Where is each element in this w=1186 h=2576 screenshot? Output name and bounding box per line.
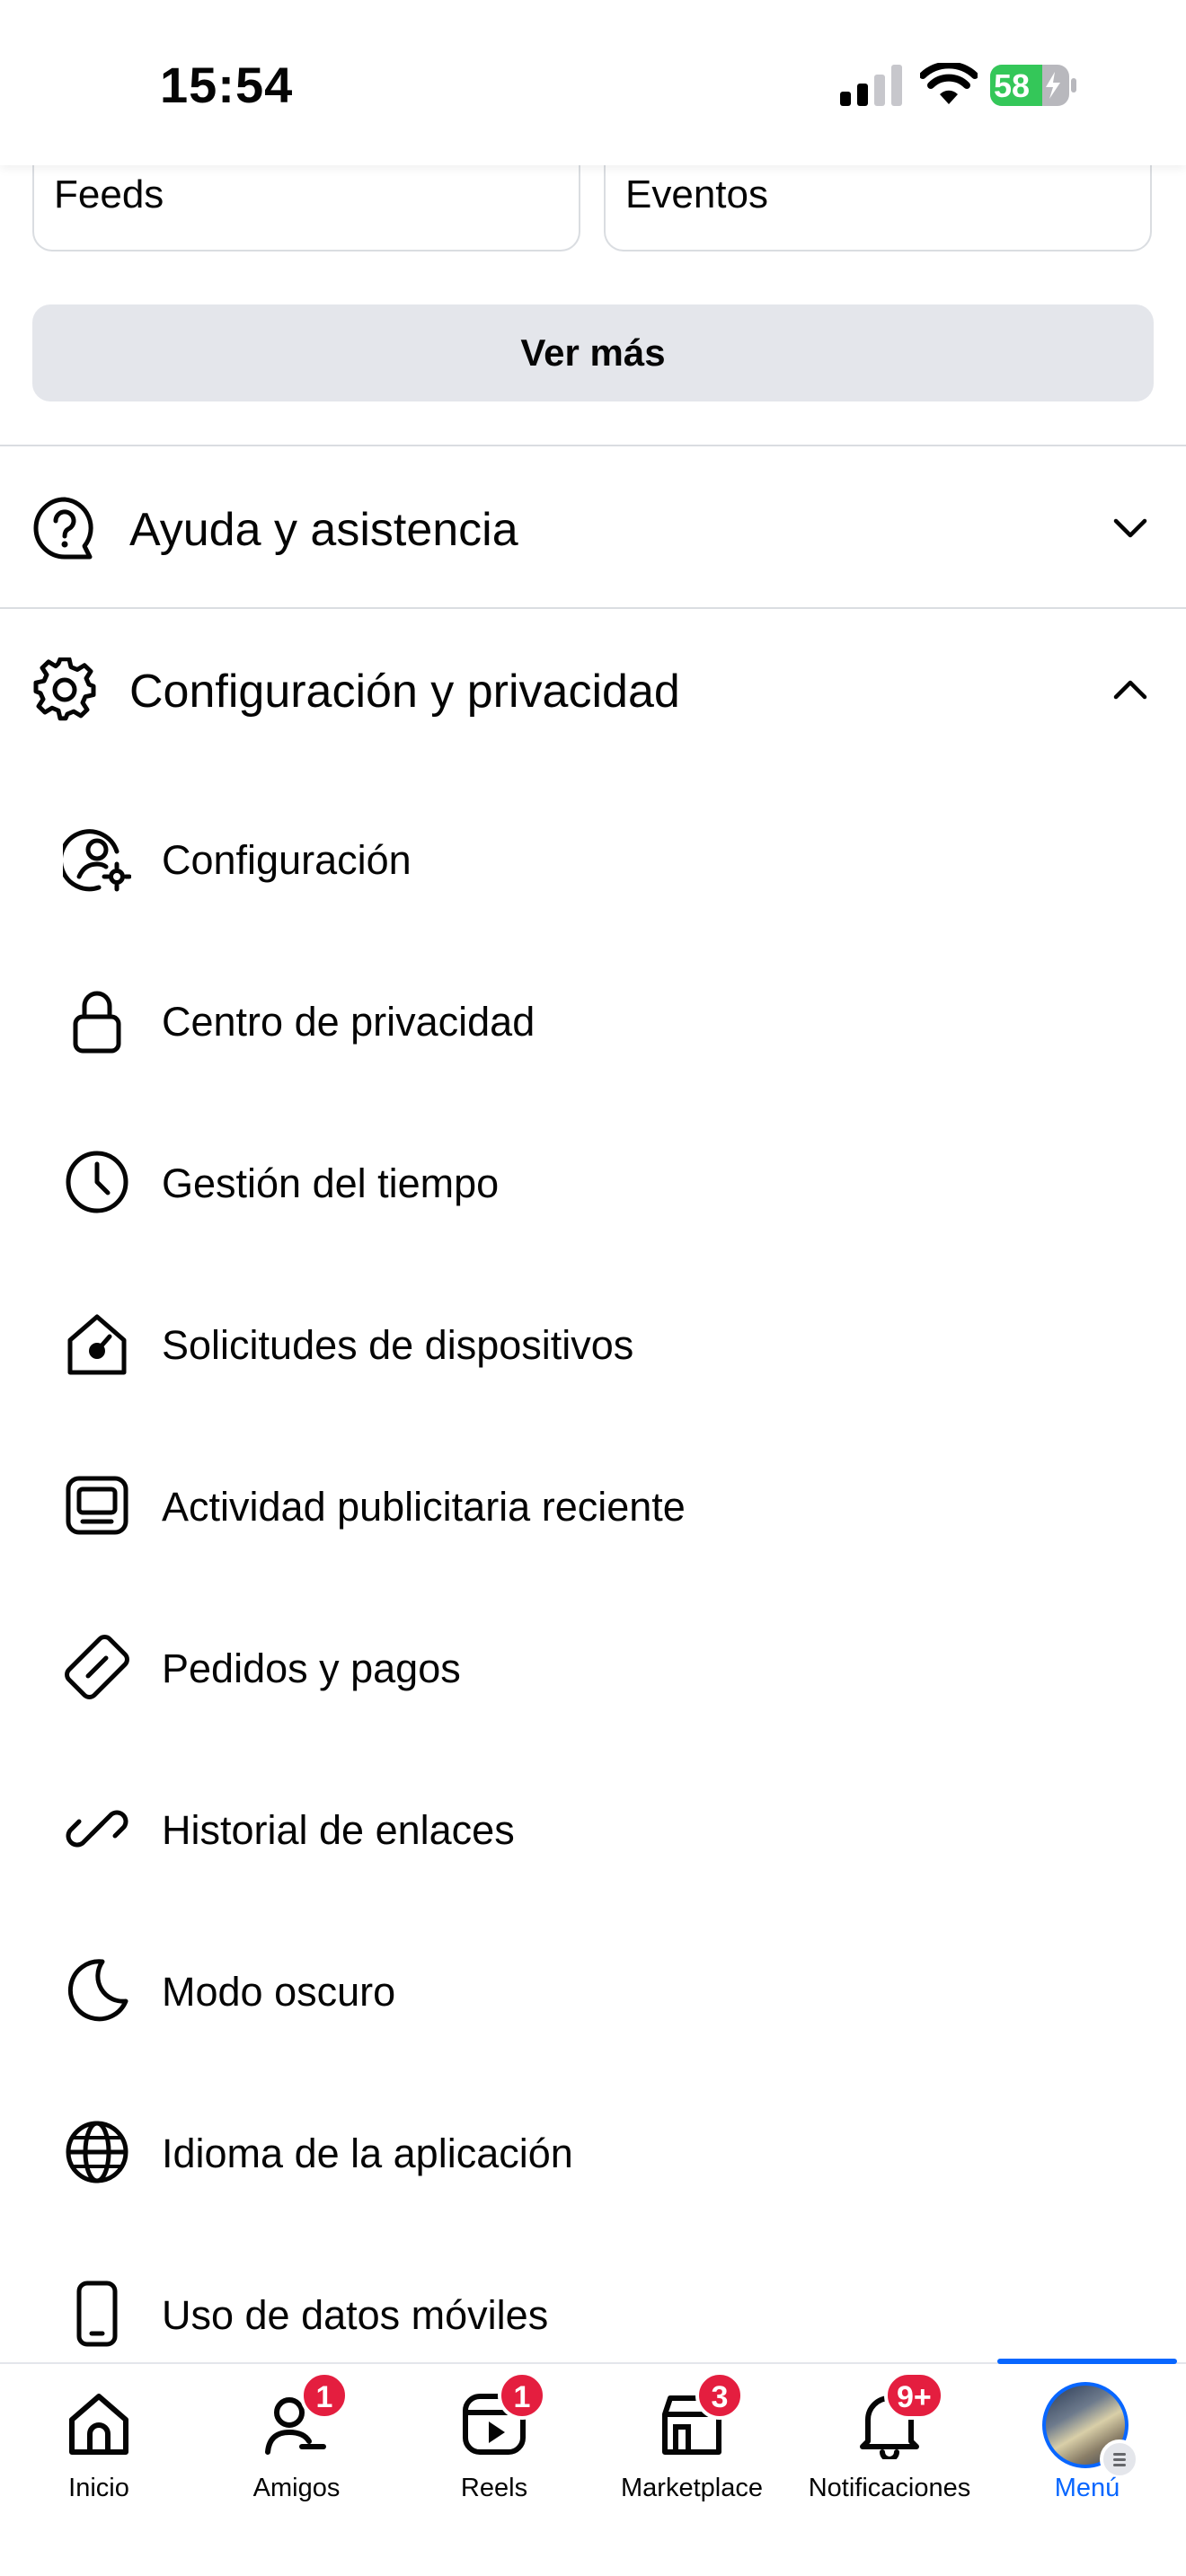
- menu-item-label: Uso de datos móviles: [162, 2292, 549, 2338]
- chevron-up-icon: [1113, 680, 1147, 700]
- menu-item-device-requests[interactable]: Solicitudes de dispositivos: [0, 1266, 1186, 1410]
- nav-label: Amigos: [252, 2474, 341, 2502]
- status-bar: 15:54 58: [0, 0, 1186, 165]
- nav-label: Menú: [1054, 2474, 1120, 2502]
- nav-badge: 1: [300, 2371, 349, 2420]
- link-icon: [66, 1810, 128, 1848]
- menu-item-ad-activity[interactable]: Actividad publicitaria reciente: [0, 1428, 1186, 1572]
- nav-badge: 1: [498, 2371, 546, 2420]
- user-gear-icon: [63, 829, 131, 892]
- shortcut-label: Feeds: [54, 172, 164, 216]
- nav-friends[interactable]: 1 Amigos: [198, 2364, 395, 2576]
- nav-label: Marketplace: [621, 2474, 763, 2502]
- bottom-nav: Inicio 1 Amigos 1 Reels 3 Marketplace 9+…: [0, 2359, 1186, 2576]
- menu-item-configuracion[interactable]: Configuración: [0, 781, 1186, 925]
- nav-label: Inicio: [68, 2474, 129, 2502]
- menu-item-label: Configuración: [162, 837, 412, 883]
- card-icon: [65, 1635, 129, 1699]
- nav-notifications[interactable]: 9+ Notificaciones: [791, 2364, 988, 2576]
- menu-item-label: Idioma de la aplicación: [162, 2130, 573, 2176]
- battery-icon: 58: [990, 65, 1076, 106]
- globe-icon: [66, 2121, 128, 2183]
- phone-icon: [76, 2280, 118, 2347]
- monitor-icon: [66, 1476, 128, 1535]
- nav-menu[interactable]: Menú: [988, 2364, 1186, 2576]
- nav-badge: 9+: [884, 2371, 944, 2420]
- nav-label: Reels: [460, 2474, 528, 2502]
- nav-home[interactable]: Inicio: [0, 2364, 198, 2576]
- signal-icon: [840, 65, 902, 106]
- clock-icon: [66, 1151, 128, 1213]
- battery-level: 58: [994, 67, 1031, 104]
- nav-marketplace[interactable]: 3 Marketplace: [593, 2364, 791, 2576]
- wifi-icon: [920, 63, 978, 104]
- see-more-button[interactable]: Ver más: [32, 304, 1154, 401]
- settings-section-header[interactable]: Configuración y privacidad: [0, 618, 1186, 762]
- menu-item-link-history[interactable]: Historial de enlaces: [0, 1751, 1186, 1895]
- nav-badge: 3: [695, 2371, 744, 2420]
- divider: [0, 607, 1186, 609]
- nav-label: Notificaciones: [808, 2474, 971, 2502]
- menu-item-label: Historial de enlaces: [162, 1807, 515, 1853]
- menu-item-label: Gestión del tiempo: [162, 1160, 500, 1206]
- question-bubble-icon: [33, 497, 93, 560]
- home-device-icon: [67, 1314, 127, 1375]
- gear-icon: [33, 657, 96, 721]
- menu-item-app-language[interactable]: Idioma de la aplicación: [0, 2075, 1186, 2219]
- menu-item-label: Centro de privacidad: [162, 999, 535, 1045]
- nav-reels[interactable]: 1 Reels: [395, 2364, 593, 2576]
- menu-item-orders-payments[interactable]: Pedidos y pagos: [0, 1590, 1186, 1734]
- menu-item-label: Modo oscuro: [162, 1969, 396, 2015]
- settings-section-label: Configuración y privacidad: [129, 666, 680, 718]
- status-time: 15:54: [160, 57, 294, 113]
- menu-item-label: Actividad publicitaria reciente: [162, 1484, 686, 1530]
- lock-icon: [73, 991, 121, 1054]
- menu-item-time-management[interactable]: Gestión del tiempo: [0, 1105, 1186, 1248]
- help-section-header[interactable]: Ayuda y asistencia: [0, 456, 1186, 600]
- menu-item-label: Pedidos y pagos: [162, 1645, 461, 1691]
- menu-item-dark-mode[interactable]: Modo oscuro: [0, 1913, 1186, 2057]
- home-icon: [69, 2394, 128, 2455]
- moon-icon: [67, 1959, 128, 2022]
- shortcut-label: Eventos: [625, 172, 768, 216]
- chevron-down-icon: [1113, 518, 1147, 538]
- divider: [0, 445, 1186, 446]
- menu-item-privacy-center[interactable]: Centro de privacidad: [0, 943, 1186, 1087]
- help-section-label: Ayuda y asistencia: [129, 504, 518, 556]
- menu-item-label: Solicitudes de dispositivos: [162, 1322, 634, 1368]
